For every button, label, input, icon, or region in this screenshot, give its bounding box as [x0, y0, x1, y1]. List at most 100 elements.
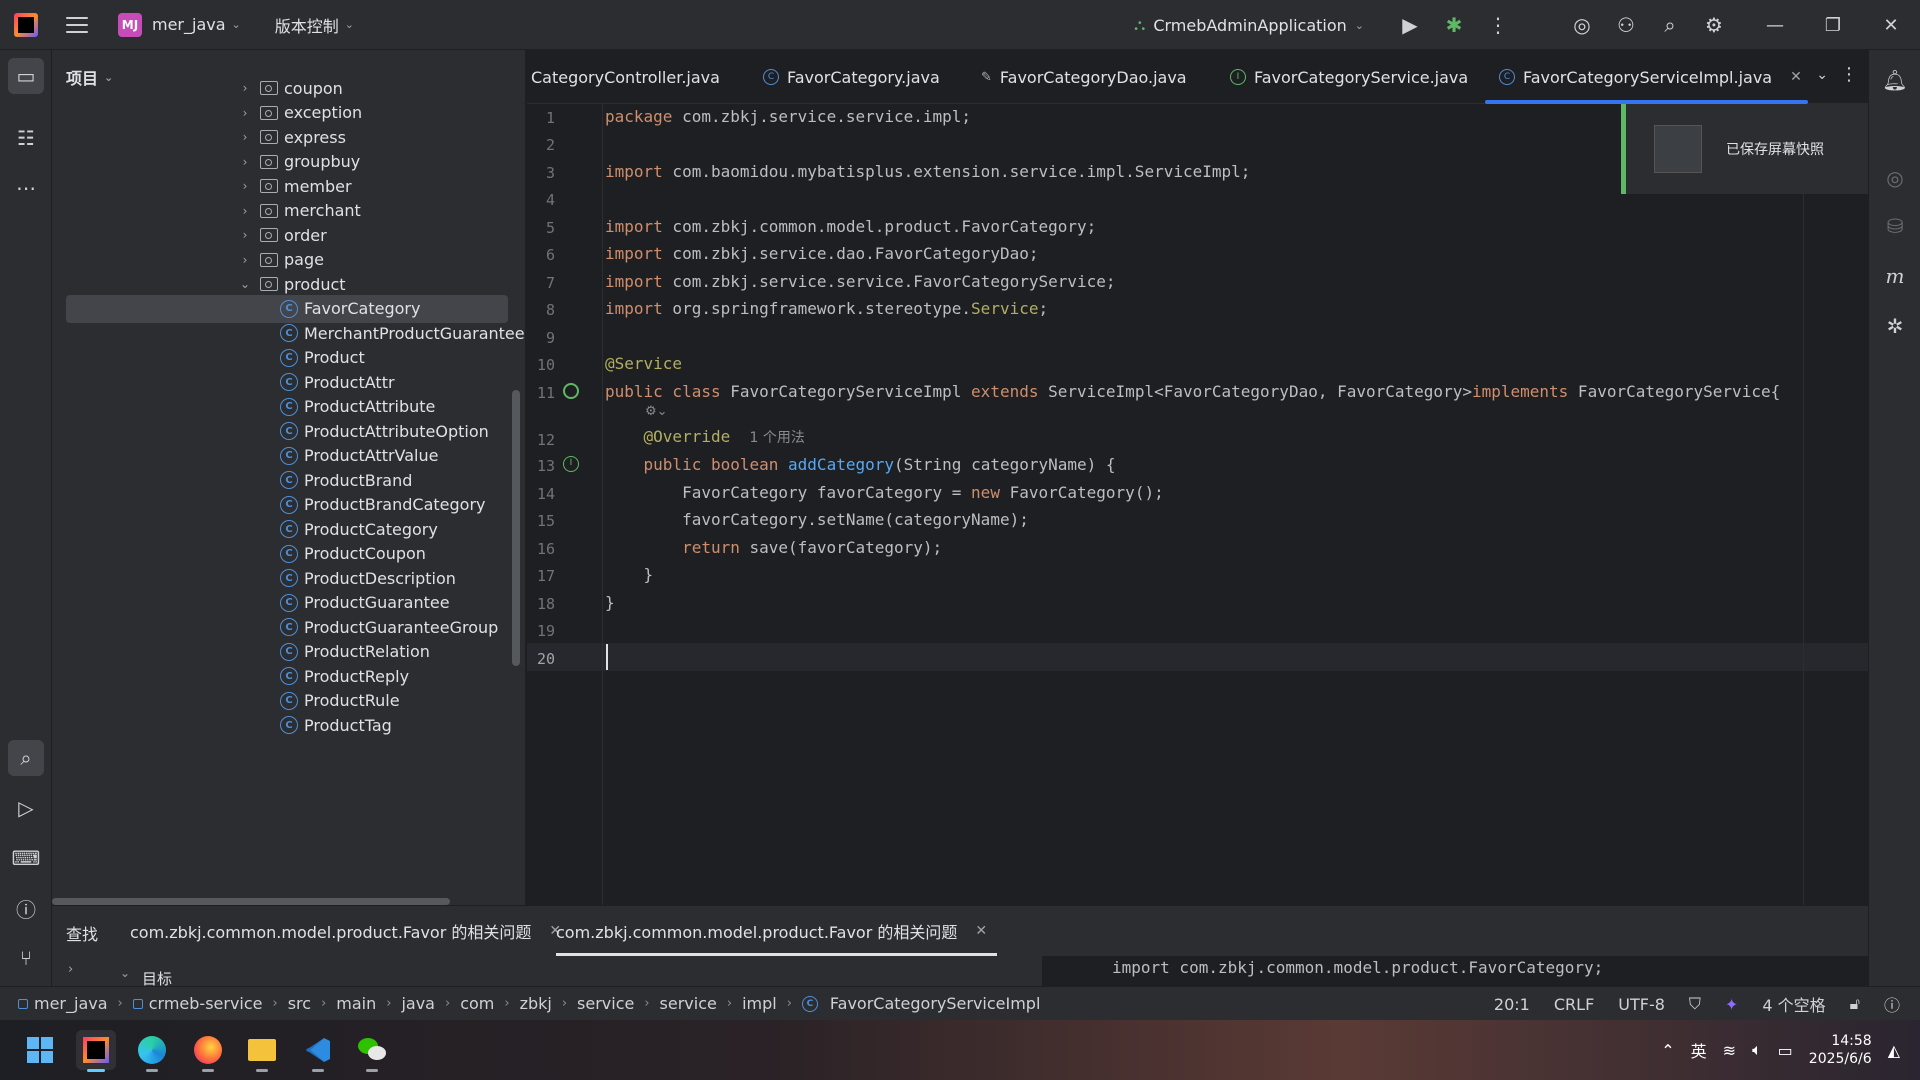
structure-icon[interactable]: ☷ — [8, 120, 44, 156]
chevron-down-icon[interactable]: ⌄ — [238, 277, 252, 291]
breadcrumb-item[interactable]: crmeb-service — [132, 994, 263, 1013]
line-number[interactable]: 11 — [527, 384, 555, 402]
edge-browser-icon[interactable] — [132, 1030, 172, 1072]
line-number[interactable]: 9 — [527, 329, 555, 347]
chevron-right-icon[interactable]: › — [238, 228, 252, 242]
breadcrumb-item[interactable]: mer_java — [18, 994, 108, 1013]
search-icon[interactable]: ⌕ — [1648, 13, 1692, 37]
file-explorer-icon[interactable] — [242, 1030, 282, 1072]
find-tab-2[interactable]: com.zbkj.common.model.product.Favor 的相关问… — [556, 906, 998, 956]
event-log-icon[interactable]: ⓘ — [1884, 992, 1900, 1016]
screenshot-toast[interactable]: 已保存屏幕快照 — [1621, 104, 1868, 194]
windows-start-icon[interactable] — [20, 1030, 60, 1070]
line-number[interactable]: 7 — [527, 274, 555, 292]
terminal-icon[interactable]: ⌨ — [8, 840, 44, 876]
chevron-right-icon[interactable]: › — [238, 81, 252, 95]
run-config-selector[interactable]: ⛬ CrmebAdminApplication ⌄ — [1134, 15, 1364, 35]
breadcrumb-item[interactable]: service — [660, 994, 717, 1013]
git-icon[interactable]: ⑂ — [8, 940, 44, 976]
find-tab-1[interactable]: com.zbkj.common.model.product.Favor 的相关问… — [130, 906, 561, 956]
close-tab-icon[interactable]: ✕ — [1790, 69, 1802, 85]
vcs-menu[interactable]: 版本控制 ⌄ — [275, 13, 354, 37]
wechat-icon[interactable] — [352, 1030, 392, 1072]
chevron-down-icon[interactable]: ⌄ — [120, 966, 130, 980]
breadcrumb-item[interactable]: zbkj — [520, 994, 552, 1013]
breadcrumb-item[interactable]: main — [336, 994, 376, 1013]
vscode-icon[interactable] — [298, 1030, 338, 1072]
project-folder-icon[interactable]: ▭ — [8, 58, 44, 94]
tab-favor-category-dao[interactable]: ✎ FavorCategoryDao.java — [981, 50, 1187, 104]
breadcrumb-item[interactable]: service — [577, 994, 634, 1013]
line-number[interactable]: 3 — [527, 164, 555, 182]
close-tab-icon[interactable]: ✕ — [975, 923, 987, 939]
chevron-right-icon[interactable]: › — [238, 253, 252, 267]
notification-center-icon[interactable]: ◭ — [1888, 1041, 1900, 1060]
tree-folder-product[interactable]: ⌄ product — [238, 270, 346, 298]
breadcrumb-item[interactable]: com — [460, 994, 494, 1013]
line-number[interactable]: 17 — [527, 567, 555, 585]
line-number[interactable]: 5 — [527, 219, 555, 237]
ime-indicator[interactable]: 英 — [1691, 1038, 1707, 1062]
chevron-right-icon[interactable]: › — [238, 155, 252, 169]
ai-chat-icon[interactable]: ◎ — [1877, 160, 1913, 196]
inlay-hint-icon[interactable]: ⚙⌄ — [645, 404, 668, 419]
tab-favor-category-service[interactable]: I FavorCategoryService.java — [1230, 50, 1468, 104]
tree-vertical-scrollbar[interactable] — [512, 390, 520, 666]
tab-favor-category-service-impl[interactable]: C FavorCategoryServiceImpl.java ✕ — [1485, 50, 1808, 104]
line-number[interactable]: 15 — [527, 512, 555, 530]
line-number[interactable]: 13 — [527, 457, 555, 475]
close-icon[interactable]: ✕ — [1862, 15, 1920, 36]
minimize-icon[interactable]: — — [1746, 15, 1804, 36]
breadcrumb-item[interactable]: java — [401, 994, 435, 1013]
find-icon[interactable]: ⌕ — [8, 740, 44, 776]
ai-status-icon[interactable]: ✦ — [1725, 995, 1738, 1014]
ai-assistant-icon[interactable]: ◎ — [1560, 13, 1604, 37]
tab-favor-category[interactable]: C FavorCategory.java — [763, 50, 940, 104]
tree-class-ProductTag[interactable]: C ProductTag — [280, 711, 392, 739]
bean-gutter-icon[interactable] — [563, 383, 579, 399]
line-number[interactable]: 12 — [527, 431, 555, 449]
services-icon[interactable]: ▷ — [8, 790, 44, 826]
lock-icon[interactable]: 🔓︎ — [1850, 994, 1860, 1014]
line-number[interactable]: 20 — [527, 650, 555, 668]
add-user-icon[interactable]: ⚇ — [1604, 13, 1648, 37]
run-icon[interactable]: ▶ — [1388, 13, 1432, 37]
volume-icon[interactable]: 🔈︎ — [1752, 1040, 1762, 1060]
indent-setting[interactable]: 4 个空格 — [1762, 992, 1825, 1016]
tab-options-icon[interactable]: ⋮ — [1840, 64, 1858, 85]
chevron-right-icon[interactable]: › — [238, 179, 252, 193]
more-actions-icon[interactable]: ⋮ — [1476, 13, 1520, 37]
tree-horizontal-scrollbar[interactable] — [52, 897, 525, 905]
maven-icon[interactable]: m — [1877, 258, 1913, 294]
vcs-status-icon[interactable]: ⛉ — [1689, 994, 1701, 1014]
line-number[interactable]: 8 — [527, 301, 555, 319]
chevron-down-icon[interactable]: ⌄ — [1816, 67, 1828, 83]
chevron-right-icon[interactable]: › — [238, 204, 252, 218]
line-number[interactable]: 16 — [527, 540, 555, 558]
chevron-right-icon[interactable]: › — [238, 130, 252, 144]
chevron-right-icon[interactable]: › — [238, 106, 252, 120]
breadcrumb-item[interactable]: src — [288, 994, 311, 1013]
tray-overflow-icon[interactable]: ⌃ — [1661, 1041, 1674, 1060]
usage-hint[interactable]: 1 个用法 — [750, 430, 805, 446]
breadcrumb-item[interactable]: C FavorCategoryServiceImpl — [801, 994, 1040, 1013]
line-number[interactable]: 19 — [527, 622, 555, 640]
caret-position[interactable]: 20:1 — [1494, 995, 1530, 1014]
code-editor[interactable]: 1 2 3 4 5 6 7 8 9 10 11 12 13 14 15 16 17 18 19 20 I packag… — [527, 104, 1868, 905]
debug-icon[interactable]: ✱ — [1432, 13, 1476, 37]
line-number[interactable]: 14 — [527, 485, 555, 503]
override-gutter-icon[interactable]: I — [563, 456, 579, 472]
intellij-taskbar-icon[interactable] — [76, 1030, 116, 1072]
database-icon[interactable]: ⛁ — [1877, 208, 1913, 244]
restore-icon[interactable]: ❐ — [1804, 15, 1862, 36]
tab-category-controller[interactable]: CategoryController.java — [531, 50, 720, 104]
firefox-icon[interactable] — [188, 1030, 228, 1072]
gradle-icon[interactable]: ✲ — [1877, 308, 1913, 344]
clock[interactable]: 14:58 2025/6/6 — [1809, 1032, 1872, 1068]
line-number[interactable]: 4 — [527, 191, 555, 209]
problems-icon[interactable]: ⓘ — [8, 890, 44, 926]
notifications-icon[interactable]: 🔔︎ — [1877, 62, 1913, 98]
line-number[interactable]: 1 — [527, 109, 555, 127]
chevron-right-icon[interactable]: › — [68, 962, 73, 977]
project-switcher[interactable]: mer_java ⌄ — [152, 15, 241, 34]
